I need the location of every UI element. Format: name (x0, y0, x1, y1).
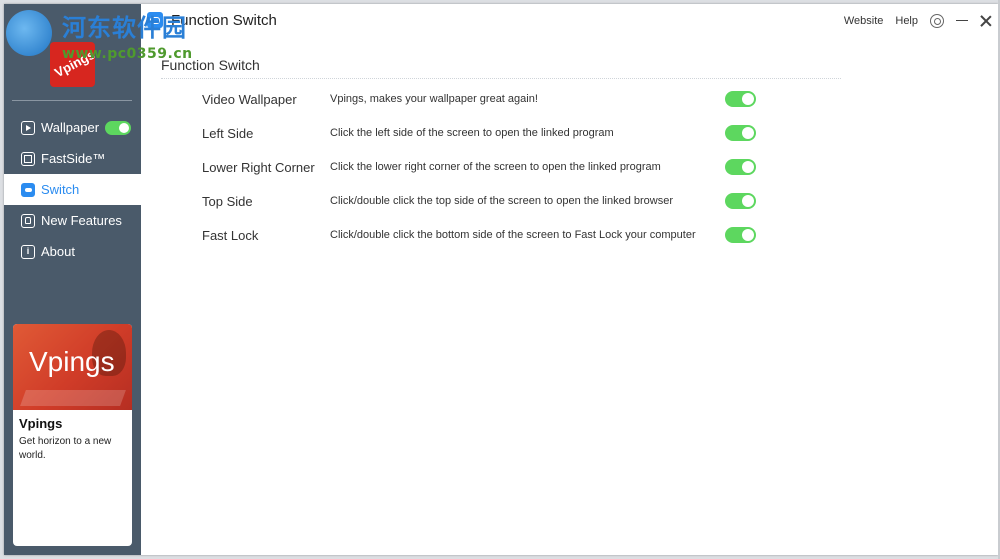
gear-icon[interactable] (930, 13, 944, 28)
sidebar-item-switch[interactable]: Switch (4, 174, 141, 205)
sidebar: Vpings Wallpaper FastSide™ Switch New Fe… (4, 4, 141, 555)
row-description: Click/double click the top side of the s… (330, 195, 674, 207)
sidebar-item-label: Wallpaper (41, 120, 100, 135)
sidebar-divider (12, 100, 132, 101)
row-description: Vpings, makes your wallpaper great again… (330, 93, 538, 105)
fast-lock-toggle[interactable] (725, 227, 756, 243)
sidebar-item-label: About (41, 244, 75, 259)
top-side-toggle[interactable] (725, 193, 756, 209)
video-wallpaper-toggle[interactable] (725, 91, 756, 107)
app-window: Vpings Wallpaper FastSide™ Switch New Fe… (4, 4, 998, 555)
promo-description: Get horizon to a new world. (19, 436, 112, 461)
wallpaper-toggle[interactable] (105, 120, 132, 135)
close-icon[interactable] (980, 15, 992, 27)
row-label: Video Wallpaper (202, 92, 297, 107)
switch-row-lower-right-corner: Lower Right Corner Click the lower right… (141, 151, 991, 185)
switch-row-fast-lock: Fast Lock Click/double click the bottom … (141, 219, 991, 253)
promo-card[interactable]: Vpings Vpings Get horizon to a new world… (13, 324, 132, 546)
row-description: Click the lower right corner of the scre… (330, 161, 661, 173)
promo-image: Vpings (13, 324, 132, 410)
watermark-url: www.pc0359.cn (62, 46, 193, 62)
title-bar: Function Switch Website Help (141, 4, 998, 37)
section-divider (161, 78, 841, 79)
website-link[interactable]: Website (844, 15, 884, 27)
sidebar-item-wallpaper[interactable]: Wallpaper (4, 112, 141, 143)
row-description: Click/double click the bottom side of th… (330, 229, 696, 241)
main-panel: Function Switch Website Help Function Sw… (141, 4, 998, 555)
minimize-icon[interactable] (956, 20, 968, 21)
switch-row-top-side: Top Side Click/double click the top side… (141, 185, 991, 219)
switch-row-left-side: Left Side Click the left side of the scr… (141, 117, 991, 151)
square-icon (21, 151, 35, 166)
switch-row-video-wallpaper: Video Wallpaper Vpings, makes your wallp… (141, 83, 991, 117)
sidebar-item-label: New Features (41, 213, 122, 228)
sidebar-item-label: FastSide™ (41, 151, 106, 166)
bulb-icon (21, 213, 35, 228)
sidebar-nav: Wallpaper FastSide™ Switch New Features … (4, 112, 141, 267)
row-label: Left Side (202, 126, 254, 141)
sidebar-item-fastside[interactable]: FastSide™ (4, 143, 141, 174)
row-label: Top Side (202, 194, 253, 209)
promo-title: Vpings (19, 416, 63, 431)
watermark: 河东软件园 www.pc0359.cn (0, 8, 210, 68)
help-link[interactable]: Help (895, 15, 918, 27)
left-side-toggle[interactable] (725, 125, 756, 141)
watermark-logo-icon (6, 10, 52, 56)
lower-right-corner-toggle[interactable] (725, 159, 756, 175)
info-icon (21, 244, 35, 259)
row-label: Fast Lock (202, 228, 259, 243)
switch-list: Video Wallpaper Vpings, makes your wallp… (141, 83, 991, 253)
switch-icon (21, 182, 35, 197)
sidebar-item-label: Switch (41, 182, 80, 197)
promo-image-text: Vpings (29, 346, 115, 377)
watermark-text: 河东软件园 (62, 13, 187, 42)
title-bar-controls: Website Help (844, 4, 992, 37)
row-description: Click the left side of the screen to ope… (330, 127, 614, 139)
sidebar-item-new-features[interactable]: New Features (4, 205, 141, 236)
play-icon (21, 120, 35, 135)
sidebar-item-about[interactable]: About (4, 236, 141, 267)
row-label: Lower Right Corner (202, 160, 315, 175)
